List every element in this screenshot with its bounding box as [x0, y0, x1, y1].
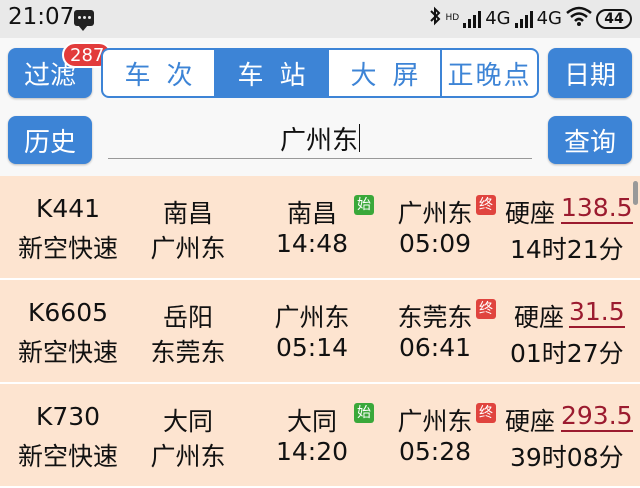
- arrive-time: 06:41: [398, 333, 472, 362]
- signal-icon: [463, 10, 482, 28]
- bluetooth-icon: [429, 6, 441, 31]
- network-label-1: 4G: [485, 8, 511, 29]
- history-button[interactable]: 历史: [8, 116, 92, 164]
- signal-icon-2: [514, 10, 533, 28]
- tab-big-screen[interactable]: 大屏: [329, 50, 442, 96]
- ticket-price[interactable]: 138.5: [561, 194, 633, 224]
- hd-label: HD: [445, 13, 460, 23]
- train-origin: 大同: [162, 407, 213, 436]
- date-button[interactable]: 日期: [548, 48, 632, 98]
- end-tag: 终: [476, 403, 496, 423]
- to-station: 广州东: [397, 199, 473, 228]
- train-row[interactable]: K441 新空快速 南昌 广州东 南昌 14:48 始 广州东 05:09 终 …: [0, 176, 640, 280]
- wifi-icon: [566, 6, 592, 31]
- train-row[interactable]: K6605 新空快速 岳阳 东莞东 广州东 05:14 东莞东 06:41 终 …: [0, 280, 640, 384]
- query-mode-tabs: 车次 车站 大屏 正晚点: [101, 48, 539, 98]
- from-station: 大同: [286, 407, 337, 436]
- train-number: K730: [35, 402, 101, 431]
- search-value: 广州东: [279, 125, 358, 156]
- depart-time: 14:48: [275, 229, 349, 258]
- train-destination: 广州东: [150, 442, 226, 471]
- end-tag: 终: [476, 299, 496, 319]
- train-destination: 广州东: [150, 234, 226, 263]
- end-tag: 终: [476, 195, 496, 215]
- train-number: K6605: [27, 298, 109, 327]
- seat-type: 硬座: [514, 303, 565, 332]
- status-bar: 21:07 HD 4G 4G 44: [0, 0, 640, 38]
- train-list: K441 新空快速 南昌 广州东 南昌 14:48 始 广州东 05:09 终 …: [0, 176, 640, 488]
- from-station: 南昌: [286, 199, 337, 228]
- to-station: 广州东: [397, 407, 473, 436]
- train-type: 新空快速: [17, 234, 118, 263]
- tab-station[interactable]: 车站: [216, 50, 329, 96]
- start-tag: 始: [354, 195, 374, 215]
- train-row[interactable]: K730 新空快速 大同 广州东 大同 14:20 始 广州东 05:28 终 …: [0, 384, 640, 488]
- start-tag: 始: [354, 403, 374, 423]
- message-icon: [74, 10, 94, 31]
- arrive-time: 05:28: [398, 437, 472, 466]
- train-origin: 岳阳: [162, 303, 213, 332]
- to-station: 东莞东: [397, 303, 473, 332]
- tab-train-number[interactable]: 车次: [103, 50, 216, 96]
- seat-type: 硬座: [505, 199, 556, 228]
- train-origin: 南昌: [162, 199, 213, 228]
- ticket-price[interactable]: 31.5: [569, 298, 625, 328]
- tab-on-time[interactable]: 正晚点: [442, 50, 537, 96]
- train-type: 新空快速: [17, 442, 118, 471]
- depart-time: 05:14: [275, 333, 349, 362]
- ticket-price[interactable]: 293.5: [561, 402, 633, 432]
- arrive-time: 05:09: [398, 229, 472, 258]
- seat-type: 硬座: [505, 407, 556, 436]
- scrollbar[interactable]: [633, 181, 638, 205]
- train-type: 新空快速: [17, 338, 118, 367]
- status-icons: HD 4G 4G 44: [429, 6, 632, 31]
- battery-icon: 44: [596, 8, 632, 29]
- text-cursor: [359, 124, 360, 152]
- trip-duration: 39时08分: [510, 443, 624, 472]
- network-label-2: 4G: [536, 8, 562, 29]
- depart-time: 14:20: [275, 437, 349, 466]
- from-station: 广州东: [274, 303, 350, 332]
- status-time: 21:07: [8, 4, 75, 30]
- train-number: K441: [35, 194, 101, 223]
- trip-duration: 01时27分: [510, 339, 624, 368]
- query-button[interactable]: 查询: [548, 116, 632, 164]
- train-destination: 东莞东: [150, 338, 226, 367]
- station-search-input[interactable]: 广州东: [108, 118, 532, 159]
- trip-duration: 14时21分: [510, 235, 624, 264]
